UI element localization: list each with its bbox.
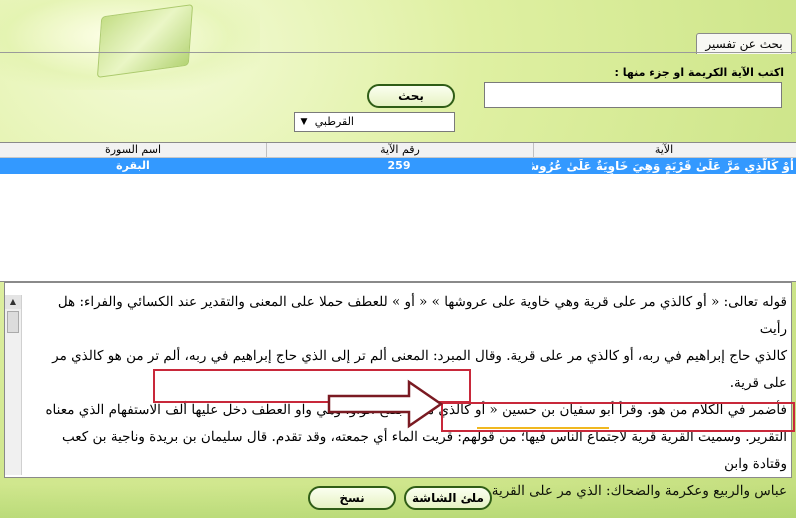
table-header: اسم السورة رقم الآية الآية	[0, 143, 796, 158]
search-button[interactable]: بحث	[367, 84, 455, 108]
right-arrow-icon	[327, 379, 444, 429]
tab-tafsir-search[interactable]: بحث عن تفسير	[696, 33, 792, 54]
tafsir-text-area[interactable]: ▲ قوله تعالى: « أو كالذي مر على قرية وهي…	[4, 282, 795, 499]
answer-underline	[477, 427, 609, 429]
copy-button[interactable]: نسخ	[308, 486, 396, 510]
cell-aya: أَوْ كَالَّذِي مَرَّ عَلَىٰ قَرْيَةٍ وَه…	[532, 159, 794, 173]
tafsir-line: قوله تعالى: « أو كالذي مر على قرية وهي خ…	[57, 294, 787, 337]
tafsir-select[interactable]: القرطبي ▼	[294, 112, 455, 132]
tafsir-select-value: القرطبي	[314, 115, 354, 128]
search-prompt-label: اكتب الآية الكريمة او جزء منها :	[614, 66, 784, 79]
dropdown-arrow-icon[interactable]: ▼	[297, 115, 311, 129]
cell-surah-name: البقرة	[116, 159, 150, 172]
tafsir-line: التقرير. وسميت القرية قرية لاجتماع الناس…	[62, 429, 787, 472]
book-icon	[96, 4, 194, 78]
header-aya[interactable]: الآية	[532, 143, 796, 157]
header-surah-name[interactable]: اسم السورة	[0, 143, 266, 157]
vertical-scrollbar[interactable]: ▲	[5, 295, 22, 475]
table-row[interactable]: البقرة 259 أَوْ كَالَّذِي مَرَّ عَلَىٰ ق…	[0, 158, 796, 174]
scroll-up-icon[interactable]: ▲	[5, 295, 21, 309]
bottom-decoration	[0, 484, 796, 518]
aya-search-input[interactable]	[484, 82, 782, 108]
quran-book-image	[0, 0, 260, 90]
results-table: اسم السورة رقم الآية الآية البقرة 259 أَ…	[0, 142, 796, 282]
scroll-thumb[interactable]	[7, 311, 19, 333]
panel-divider	[0, 52, 796, 53]
fullscreen-button[interactable]: ملئ الشاشة	[404, 486, 492, 510]
cell-aya-number: 259	[387, 159, 411, 172]
header-aya-number[interactable]: رقم الآية	[266, 143, 534, 157]
